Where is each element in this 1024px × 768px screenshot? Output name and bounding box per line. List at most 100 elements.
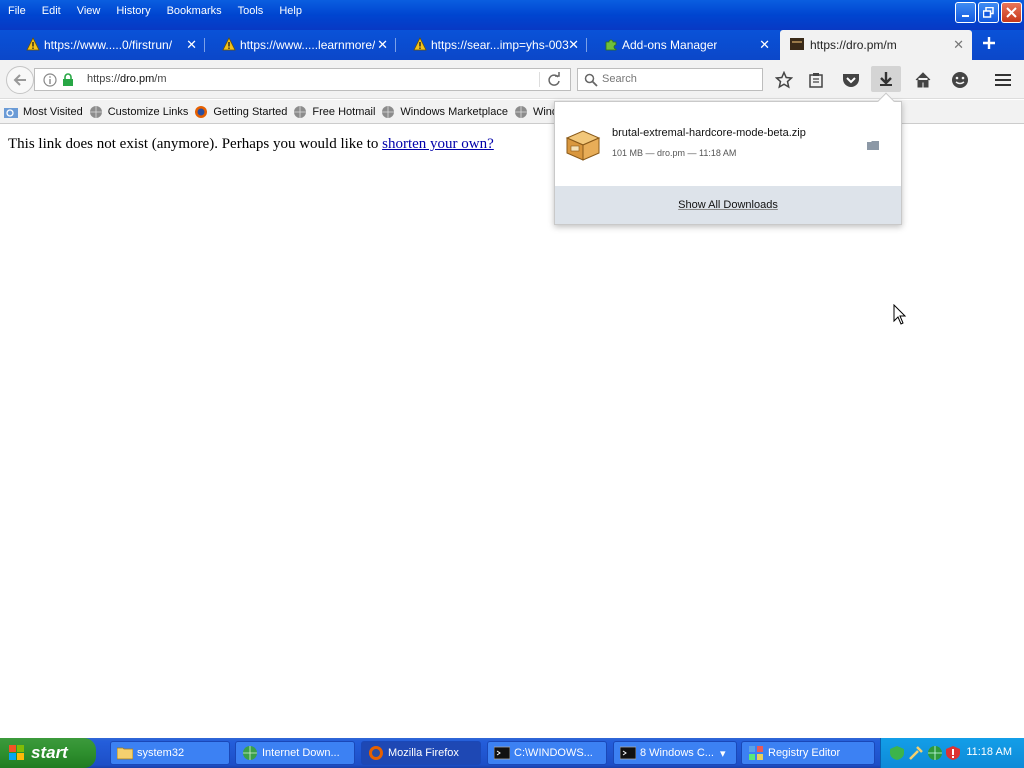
- restore-icon: [983, 7, 994, 18]
- tab-label: https://www.....0/firstrun/: [44, 38, 173, 52]
- navigation-toolbar: https://dro.pm/m Search: [0, 60, 1024, 99]
- folder-search-icon: [4, 107, 18, 118]
- system-tray: 11:18 AM: [880, 738, 1024, 768]
- show-all-downloads-button[interactable]: Show All Downloads: [555, 186, 901, 224]
- tab-addons-manager[interactable]: Add-ons Manager ✕: [578, 30, 778, 60]
- tray-shield-icon[interactable]: [889, 745, 905, 761]
- zip-archive-icon: [565, 130, 601, 161]
- bookmark-getting-started[interactable]: Getting Started: [194, 105, 287, 119]
- task-mozilla-firefox[interactable]: Mozilla Firefox: [361, 741, 481, 765]
- tab-learnmore[interactable]: https://www.....learnmore/ ✕: [196, 30, 396, 60]
- home-button[interactable]: [912, 69, 934, 91]
- bookmark-free-hotmail[interactable]: Free Hotmail: [293, 105, 375, 119]
- bookmark-star-button[interactable]: [773, 69, 795, 91]
- minimize-button[interactable]: [955, 2, 976, 23]
- task-registry-editor[interactable]: Registry Editor: [741, 741, 875, 765]
- download-item[interactable]: brutal-extremal-hardcore-mode-beta.zip 1…: [555, 102, 901, 186]
- search-icon: [584, 73, 598, 87]
- task-system32[interactable]: system32: [110, 741, 230, 765]
- back-button[interactable]: [6, 66, 34, 94]
- chevron-down-icon: ▾: [719, 747, 726, 760]
- plus-icon: [983, 37, 995, 49]
- globe-icon: [243, 746, 257, 760]
- warning-icon: [222, 37, 236, 51]
- open-menu-button[interactable]: [992, 69, 1014, 91]
- menu-edit[interactable]: Edit: [42, 5, 61, 17]
- globe-icon: [514, 105, 527, 118]
- task-cmd-windows[interactable]: C:\WINDOWS...: [487, 741, 607, 765]
- globe-icon: [382, 105, 395, 118]
- bookmark-customize-links[interactable]: Customize Links: [89, 105, 188, 119]
- close-window-button[interactable]: [1001, 2, 1022, 23]
- restore-button[interactable]: [978, 2, 999, 23]
- menu-help[interactable]: Help: [279, 5, 302, 17]
- tab-close-icon[interactable]: ✕: [759, 37, 770, 53]
- regedit-icon: [749, 746, 763, 760]
- windows-logo-icon: [9, 745, 24, 760]
- tab-label: https://www.....learnmore/: [240, 38, 376, 52]
- clock[interactable]: 11:18 AM: [966, 746, 1012, 758]
- puzzle-icon: [605, 39, 617, 51]
- bookmark-most-visited[interactable]: Most Visited: [4, 105, 83, 119]
- open-folder-icon[interactable]: [867, 140, 879, 150]
- menu-bar: File Edit View History Bookmarks Tools H…: [0, 0, 318, 22]
- download-arrow-icon: [880, 72, 892, 86]
- bookmarks-menu-button[interactable]: [805, 69, 827, 91]
- mouse-cursor-icon: [893, 304, 907, 325]
- folder-icon: [117, 747, 133, 760]
- hamburger-menu-icon: [995, 74, 1011, 86]
- globe-icon: [294, 105, 307, 118]
- tab-search[interactable]: https://sear...imp=yhs-003 ✕: [387, 30, 587, 60]
- tray-security-alert-icon[interactable]: [945, 745, 961, 761]
- back-arrow-icon: [13, 74, 26, 86]
- menu-view[interactable]: View: [77, 5, 101, 17]
- smiley-icon: [952, 72, 968, 88]
- tray-network-icon[interactable]: [927, 745, 943, 761]
- task-internet-download[interactable]: Internet Down...: [235, 741, 355, 765]
- warning-icon: [26, 37, 40, 51]
- download-filename: brutal-extremal-hardcore-mode-beta.zip: [612, 127, 806, 139]
- search-input[interactable]: Search: [602, 73, 637, 85]
- globe-icon: [89, 105, 102, 118]
- downloads-button[interactable]: [871, 66, 901, 92]
- hello-button[interactable]: [949, 69, 971, 91]
- start-button[interactable]: start: [0, 738, 96, 768]
- search-bar[interactable]: Search: [577, 68, 763, 91]
- clipboard-icon: [809, 73, 823, 88]
- tab-label: https://sear...imp=yhs-003: [431, 38, 569, 52]
- menu-tools[interactable]: Tools: [238, 5, 264, 17]
- tab-dro-pm-active[interactable]: https://dro.pm/m ✕: [780, 30, 972, 60]
- firefox-icon: [195, 105, 208, 118]
- firefox-icon: [369, 746, 383, 760]
- downloads-panel: brutal-extremal-hardcore-mode-beta.zip 1…: [554, 92, 902, 225]
- new-tab-button[interactable]: [982, 34, 996, 55]
- taskbar: start system32 Internet Down... Mozilla …: [0, 738, 1024, 768]
- url-text[interactable]: https://dro.pm/m: [87, 73, 167, 85]
- close-icon: [1006, 7, 1017, 18]
- window-titlebar: File Edit View History Bookmarks Tools H…: [0, 0, 1024, 30]
- reload-icon[interactable]: [546, 72, 562, 88]
- minimize-icon: [961, 14, 969, 17]
- site-icon: [790, 38, 804, 50]
- url-bar[interactable]: https://dro.pm/m: [34, 68, 571, 91]
- bookmark-windows-marketplace[interactable]: Windows Marketplace: [381, 105, 508, 119]
- info-icon[interactable]: [43, 73, 57, 87]
- menu-file[interactable]: File: [8, 5, 26, 17]
- cmd-icon: [494, 746, 510, 760]
- shorten-link[interactable]: shorten your own?: [382, 136, 494, 152]
- tab-close-icon[interactable]: ✕: [953, 37, 964, 53]
- bookmark-windows-media[interactable]: Wind: [514, 105, 558, 119]
- menu-bookmarks[interactable]: Bookmarks: [167, 5, 222, 17]
- pocket-button[interactable]: [840, 69, 862, 91]
- task-windows-cmd-group[interactable]: 8 Windows C... ▾: [613, 741, 737, 765]
- star-icon: [775, 71, 793, 89]
- tab-label: https://dro.pm/m: [810, 38, 897, 52]
- tab-label: Add-ons Manager: [622, 38, 718, 52]
- lock-icon: [63, 73, 73, 86]
- pocket-icon: [843, 74, 859, 87]
- tray-tools-icon[interactable]: [908, 745, 924, 761]
- cmd-icon: [620, 746, 636, 760]
- menu-history[interactable]: History: [116, 5, 150, 17]
- warning-icon: [413, 37, 427, 51]
- tab-firstrun[interactable]: https://www.....0/firstrun/ ✕: [0, 30, 205, 60]
